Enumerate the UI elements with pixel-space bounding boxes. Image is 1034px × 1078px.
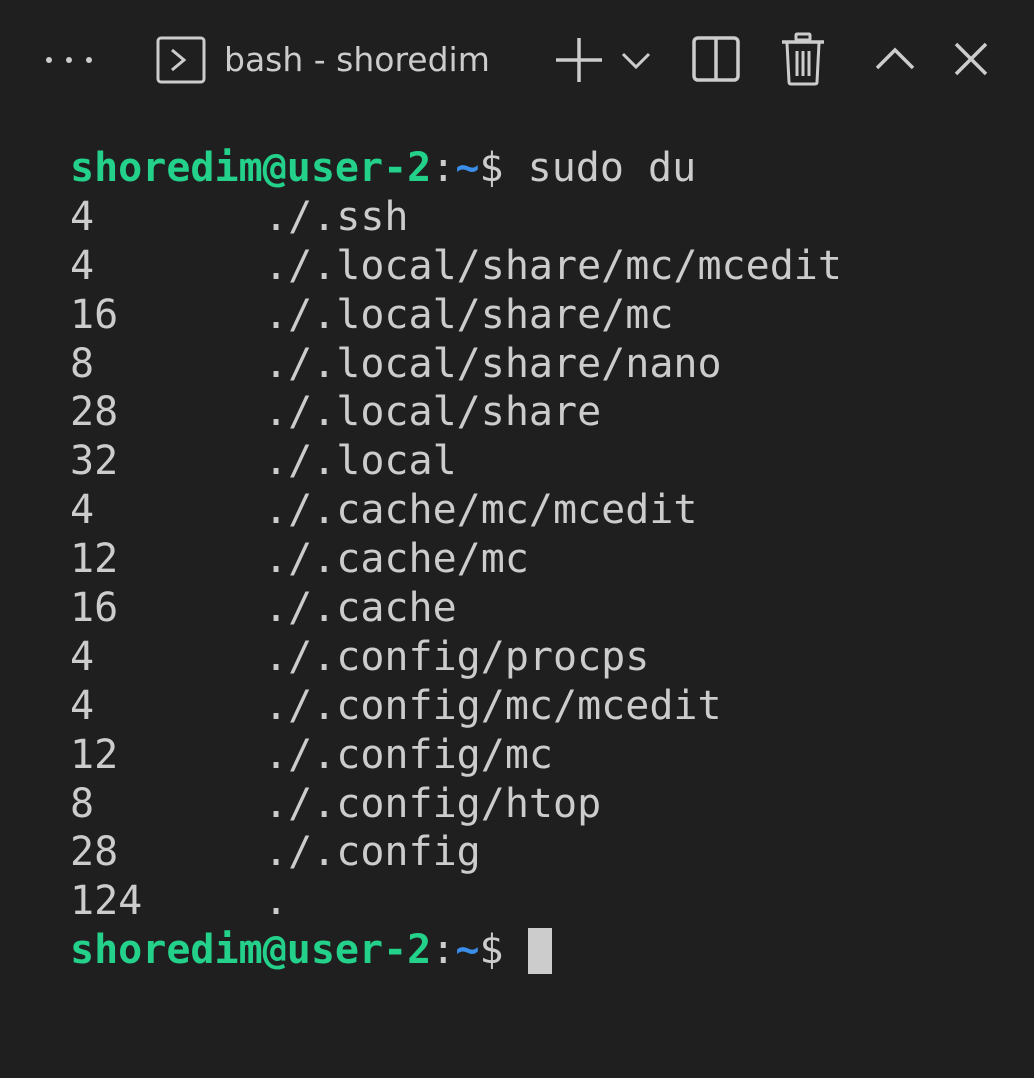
output-size: 4: [70, 242, 95, 289]
output-path: ./.local/share: [264, 389, 602, 436]
output-size: 124: [70, 878, 143, 925]
output-size: 12: [70, 536, 119, 583]
output-line: 12 ./.config/mc: [70, 731, 1020, 780]
output-size: 8: [70, 340, 95, 387]
prompt-user-host: shoredim@user-2: [70, 927, 432, 974]
close-icon[interactable]: [948, 36, 994, 82]
output-path: ./.config/procps: [264, 633, 650, 680]
output-size: 8: [70, 780, 95, 827]
output-line: 16 ./.cache: [70, 584, 1020, 633]
prompt-path: ~: [455, 927, 480, 974]
output-size: 12: [70, 731, 119, 778]
output-line: 4 ./.cache/mc/mcedit: [70, 486, 1020, 535]
output-size: 4: [70, 193, 95, 240]
prompt-user-host: shoredim@user-2: [70, 145, 432, 191]
output-size: 4: [70, 682, 95, 729]
output-path: ./.cache/mc/mcedit: [264, 487, 698, 534]
output-size: 32: [70, 438, 119, 485]
output-path: ./.config: [264, 829, 481, 876]
text-cursor: [527, 927, 552, 974]
command-text: sudo du: [527, 145, 697, 191]
output-line: 12 ./.cache/mc: [70, 535, 1020, 584]
output-line: 8 ./.config/htop: [70, 780, 1020, 829]
terminal-output[interactable]: shoredim@user-2: ~ $ sudo du 4 ./.ssh 4 ./.l…: [70, 144, 1020, 975]
output-path: ./.config/mc: [264, 731, 553, 778]
du-output: 4 ./.ssh 4 ./.local/share/mc/mcedit 16 ./.l…: [70, 193, 1020, 926]
output-path: ./.config/mc/mcedit: [264, 682, 722, 729]
output-line: 16 ./.local/share/mc: [70, 291, 1020, 340]
output-size: 28: [70, 829, 119, 876]
output-path: ./.local/share/mc: [264, 291, 674, 338]
ellipsis-icon[interactable]: [40, 40, 98, 80]
output-path: ./.ssh: [264, 193, 409, 240]
terminal-tab-title[interactable]: bash - shoredim: [224, 38, 490, 82]
output-path: ./.local/share/nano: [264, 340, 722, 387]
output-line: 124.: [70, 877, 1020, 926]
output-path: ./.local/share/mc/mcedit: [264, 242, 842, 289]
chevron-up-icon[interactable]: [872, 38, 918, 78]
output-size: 28: [70, 389, 119, 436]
output-line: 8 ./.local/share/nano: [70, 340, 1020, 389]
output-size: 16: [70, 585, 119, 632]
output-path: ./.cache/mc: [264, 536, 529, 583]
output-line: 32 ./.local: [70, 437, 1020, 486]
output-line: 4 ./.config/mc/mcedit: [70, 682, 1020, 731]
prompt-colon: :: [431, 145, 456, 191]
prompt-colon: :: [431, 927, 456, 974]
trash-icon[interactable]: [778, 31, 828, 87]
output-line: 4 ./.local/share/mc/mcedit: [70, 242, 1020, 291]
output-line: 4 ./.ssh: [70, 193, 1020, 242]
split-panel-icon[interactable]: [690, 33, 742, 85]
terminal-panel-toolbar: bash - shoredim: [0, 0, 1034, 118]
prompt-line[interactable]: shoredim@user-2: ~ $: [70, 926, 1020, 975]
prompt-path: ~: [455, 145, 480, 191]
output-path: ./.local: [264, 438, 457, 485]
output-path: ./.cache: [264, 585, 457, 632]
output-path: ./.config/htop: [264, 780, 602, 827]
output-line: 28 ./.config: [70, 828, 1020, 877]
output-size: 4: [70, 633, 95, 680]
prompt-dollar: $: [479, 145, 504, 191]
output-size: 4: [70, 487, 95, 534]
terminal-icon: [154, 35, 208, 85]
prompt-dollar: $: [479, 927, 504, 974]
chevron-down-icon[interactable]: [618, 42, 654, 78]
output-path: .: [264, 878, 289, 925]
plus-icon[interactable]: [552, 34, 606, 86]
output-line: 28 ./.local/share: [70, 388, 1020, 437]
output-size: 16: [70, 291, 119, 338]
output-line: 4 ./.config/procps: [70, 633, 1020, 682]
command-line: shoredim@user-2: ~ $ sudo du: [70, 144, 1020, 193]
